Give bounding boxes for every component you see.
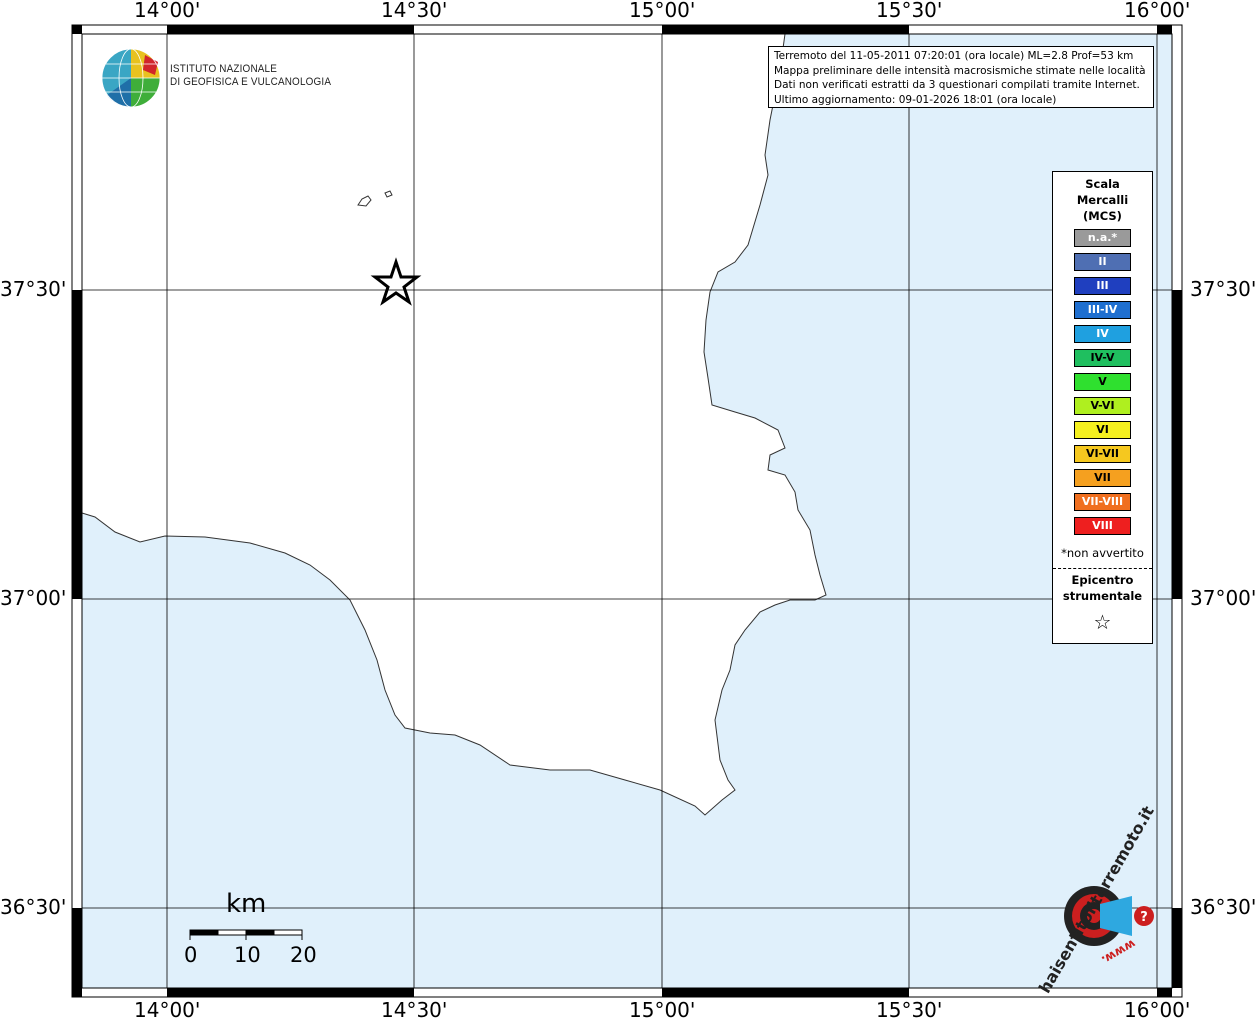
- lon-label-top-16-00: 16°00': [1124, 0, 1191, 22]
- legend-swatch: n.a.*: [1074, 229, 1131, 247]
- scale-label-20: 20: [290, 943, 317, 967]
- institute-name: ISTITUTO NAZIONALE DI GEOFISICA E VULCAN…: [170, 63, 331, 89]
- scale-bar-title: km: [226, 889, 267, 919]
- lat-label-right-37-00: 37°00': [1190, 586, 1255, 610]
- lon-label-bottom-15-00: 15°00': [629, 998, 696, 1022]
- legend-swatch: II: [1074, 253, 1131, 271]
- scale-label-0: 0: [184, 943, 198, 967]
- lon-label-top-15-30: 15°30': [876, 0, 943, 22]
- lon-label-bottom-16-00: 16°00': [1124, 998, 1191, 1022]
- legend-divider: [1053, 568, 1152, 569]
- lon-label-top-14-30: 14°30': [381, 0, 448, 22]
- legend-title-3: (MCS): [1083, 209, 1122, 223]
- legend-title-2: Mercalli: [1076, 193, 1129, 207]
- institute-line-2: DI GEOFISICA E VULCANOLOGIA: [170, 76, 332, 88]
- legend-swatch: VI: [1074, 421, 1131, 439]
- legend-footnote: *non avvertito: [1061, 546, 1144, 560]
- legend-swatch: V-VI: [1074, 397, 1131, 415]
- lon-label-bottom-15-30: 15°30': [876, 998, 943, 1022]
- brand-text[interactable]: haisentitoilterremoto.it www.: [1030, 803, 1158, 997]
- legend-swatch: VIII: [1074, 517, 1131, 535]
- info-line-1: Terremoto del 11-05-2011 07:20:01 (ora l…: [774, 50, 1134, 62]
- legend-swatch: V: [1074, 373, 1131, 391]
- mcs-legend: Scala Mercalli (MCS) n.a.* II III III-IV IV I…: [1052, 171, 1153, 644]
- lat-label-left-37-00: 37°00': [0, 586, 67, 610]
- lat-label-left-37-30: 37°30': [0, 277, 67, 301]
- lat-label-right-37-30: 37°30': [1190, 277, 1255, 301]
- legend-swatch: III-IV: [1074, 301, 1131, 319]
- legend-epicenter-1: Epicentro: [1071, 573, 1134, 587]
- legend-swatch: VII-VIII: [1074, 493, 1131, 511]
- lon-label-top-15-00: 15°00': [629, 0, 696, 22]
- scale-label-10: 10: [234, 943, 261, 967]
- legend-swatch: IV: [1074, 325, 1131, 343]
- lon-label-bottom-14-30: 14°30': [381, 998, 448, 1022]
- brand-prefix: www.: [1098, 936, 1139, 968]
- lon-label-top-14-00: 14°00': [134, 0, 201, 22]
- info-line-4: Ultimo aggiornamento: 09-01-2026 18:01 (…: [774, 93, 1057, 106]
- legend-epicenter-2: strumentale: [1062, 589, 1143, 603]
- lat-label-right-36-30: 36°30': [1190, 895, 1255, 919]
- legend-swatch: III: [1074, 277, 1131, 295]
- lat-label-left-36-30: 36°30': [0, 895, 67, 919]
- info-line-2: Mappa preliminare delle intensità macros…: [774, 64, 1146, 77]
- legend-swatch: IV-V: [1074, 349, 1131, 367]
- lon-label-bottom-14-00: 14°00': [134, 998, 201, 1022]
- institute-line-1: ISTITUTO NAZIONALE: [170, 63, 278, 75]
- legend-swatch: VII: [1074, 469, 1131, 487]
- info-line-3: Dati non verificati estratti da 3 questi…: [774, 79, 1140, 91]
- legend-star-icon: ☆: [1093, 610, 1112, 634]
- legend-title-1: Scala: [1085, 177, 1120, 191]
- legend-swatch: VI-VII: [1074, 445, 1131, 463]
- event-info-box: Terremoto del 11-05-2011 07:20:01 (ora l…: [768, 46, 1154, 108]
- ingv-globe-icon: [101, 48, 161, 108]
